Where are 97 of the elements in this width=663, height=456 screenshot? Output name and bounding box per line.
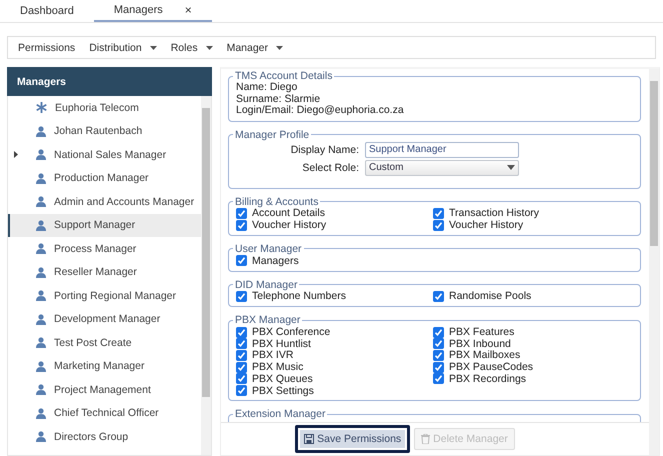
save-button[interactable]: Save Permissions [295,425,410,453]
checkbox-label: Telephone Numbers [252,290,346,302]
checkbox[interactable] [236,208,247,219]
sidebar-item[interactable]: Reseller Manager [8,260,201,284]
sidebar-item[interactable]: Production Manager [8,166,201,190]
user-icon [36,196,46,208]
close-icon[interactable]: × [184,3,192,17]
checkbox-label: PBX Music [252,361,304,374]
section-title: Billing & Accounts [234,196,320,208]
checkbox-label: Transaction History [449,207,540,220]
user-icon [36,172,46,184]
checkbox-label: Account Details [252,207,325,220]
sidebar-item[interactable]: Euphoria Telecom [8,96,201,120]
display-name-field[interactable]: Support Manager [365,142,519,158]
checkbox-label: PBX Inbound [449,338,511,350]
caret-icon [276,46,284,50]
account-detail: Name: Diego [236,82,298,94]
checkbox-label: PBX Huntlist [252,338,311,350]
sidebar-item[interactable]: Process Manager [8,237,201,260]
caret-icon [507,165,515,170]
checkbox-label: PBX PauseCodes [449,361,534,374]
user-icon [36,431,46,442]
checkbox-label: Voucher History [449,219,524,232]
user-icon [36,337,46,348]
user-icon [36,243,46,254]
checkbox[interactable] [433,326,444,338]
menu-button[interactable]: Permissions [18,42,76,54]
user-icon [36,360,46,372]
checkbox-label: PBX IVR [252,349,294,362]
checkbox[interactable] [236,338,247,350]
scrollbar[interactable] [201,96,211,455]
caret-icon [206,46,213,50]
tab[interactable]: Managers × [94,0,212,22]
field-label: Select Role: [301,162,359,174]
checkbox[interactable] [433,220,444,231]
user-icon [36,220,46,231]
checkbox[interactable] [236,373,247,384]
checkbox[interactable] [236,362,247,373]
checkbox[interactable] [433,290,444,302]
user-icon [36,314,46,325]
sidebar-item[interactable]: Chief Technical Officer [8,402,201,425]
checkbox-label: PBX Settings [252,384,314,397]
checkbox[interactable] [236,350,247,361]
caret-icon [150,46,157,50]
section-title: DID Manager [234,278,298,291]
checkbox[interactable] [433,208,444,219]
user-icon [36,408,46,419]
user-icon [36,126,46,137]
sidebar-item[interactable]: Directors Group [8,425,201,448]
sidebar-item[interactable]: Admin and Accounts Manager [8,190,201,214]
checkbox-label: PBX Recordings [449,372,526,385]
tab[interactable]: Dashboard [0,0,94,22]
user-icon [36,149,46,160]
expand-icon[interactable] [14,151,18,158]
checkbox[interactable] [433,373,444,384]
field-label: Display Name: [290,144,359,156]
section-title: PBX Manager [234,314,302,326]
checkbox[interactable] [236,326,247,338]
checkbox-label: Randomise Pools [449,290,532,302]
checkbox[interactable] [236,255,247,266]
trash-icon [421,434,430,444]
checkbox-label: PBX Mailboxes [449,349,520,362]
checkbox-label: PBX Queues [252,372,313,385]
section-title: Manager Profile [234,128,310,140]
section-title: Extension Manager [234,408,326,420]
section-title: TMS Account Details [234,70,334,82]
sidebar-item[interactable]: Test Post Create [8,331,201,354]
checkbox-label: PBX Features [449,326,514,338]
menu-button[interactable]: Manager [226,42,284,54]
sidebar-item[interactable]: Marketing Manager [8,354,201,378]
sidebar-item[interactable]: Support Manager [8,214,201,237]
checkbox-label: PBX Conference [252,326,330,338]
checkbox[interactable] [433,338,444,350]
account-detail: Surname: Slarmie [236,94,322,105]
checkbox-label: Managers [252,254,299,267]
account-detail: Login/Email: Diego@euphoria.co.za [236,105,405,116]
sidebar-item[interactable]: National Sales Manager [8,143,201,166]
checkbox[interactable] [236,290,247,302]
sidebar-item[interactable]: Porting Regional Manager [8,284,201,308]
sidebar-item[interactable]: Project Management [8,378,201,402]
section-title: User Manager [234,242,303,255]
user-icon [36,290,46,302]
sidebar-item[interactable]: Development Manager [8,308,201,331]
checkbox-label: Voucher History [252,219,326,232]
role-dropdown[interactable]: Custom [365,160,519,176]
checkbox[interactable] [433,362,444,373]
menu-button[interactable]: Distribution [89,42,157,54]
menu-button[interactable]: Roles [170,42,213,54]
checkbox[interactable] [236,385,247,396]
sidebar-item[interactable]: Johan Rautenbach [8,120,201,143]
checkbox[interactable] [433,350,444,361]
panel-header: Managers [7,67,212,96]
asterisk-icon [36,102,47,114]
checkbox[interactable] [236,220,247,231]
scrollbar[interactable] [649,69,659,455]
user-icon [36,266,46,278]
user-icon [36,384,46,396]
